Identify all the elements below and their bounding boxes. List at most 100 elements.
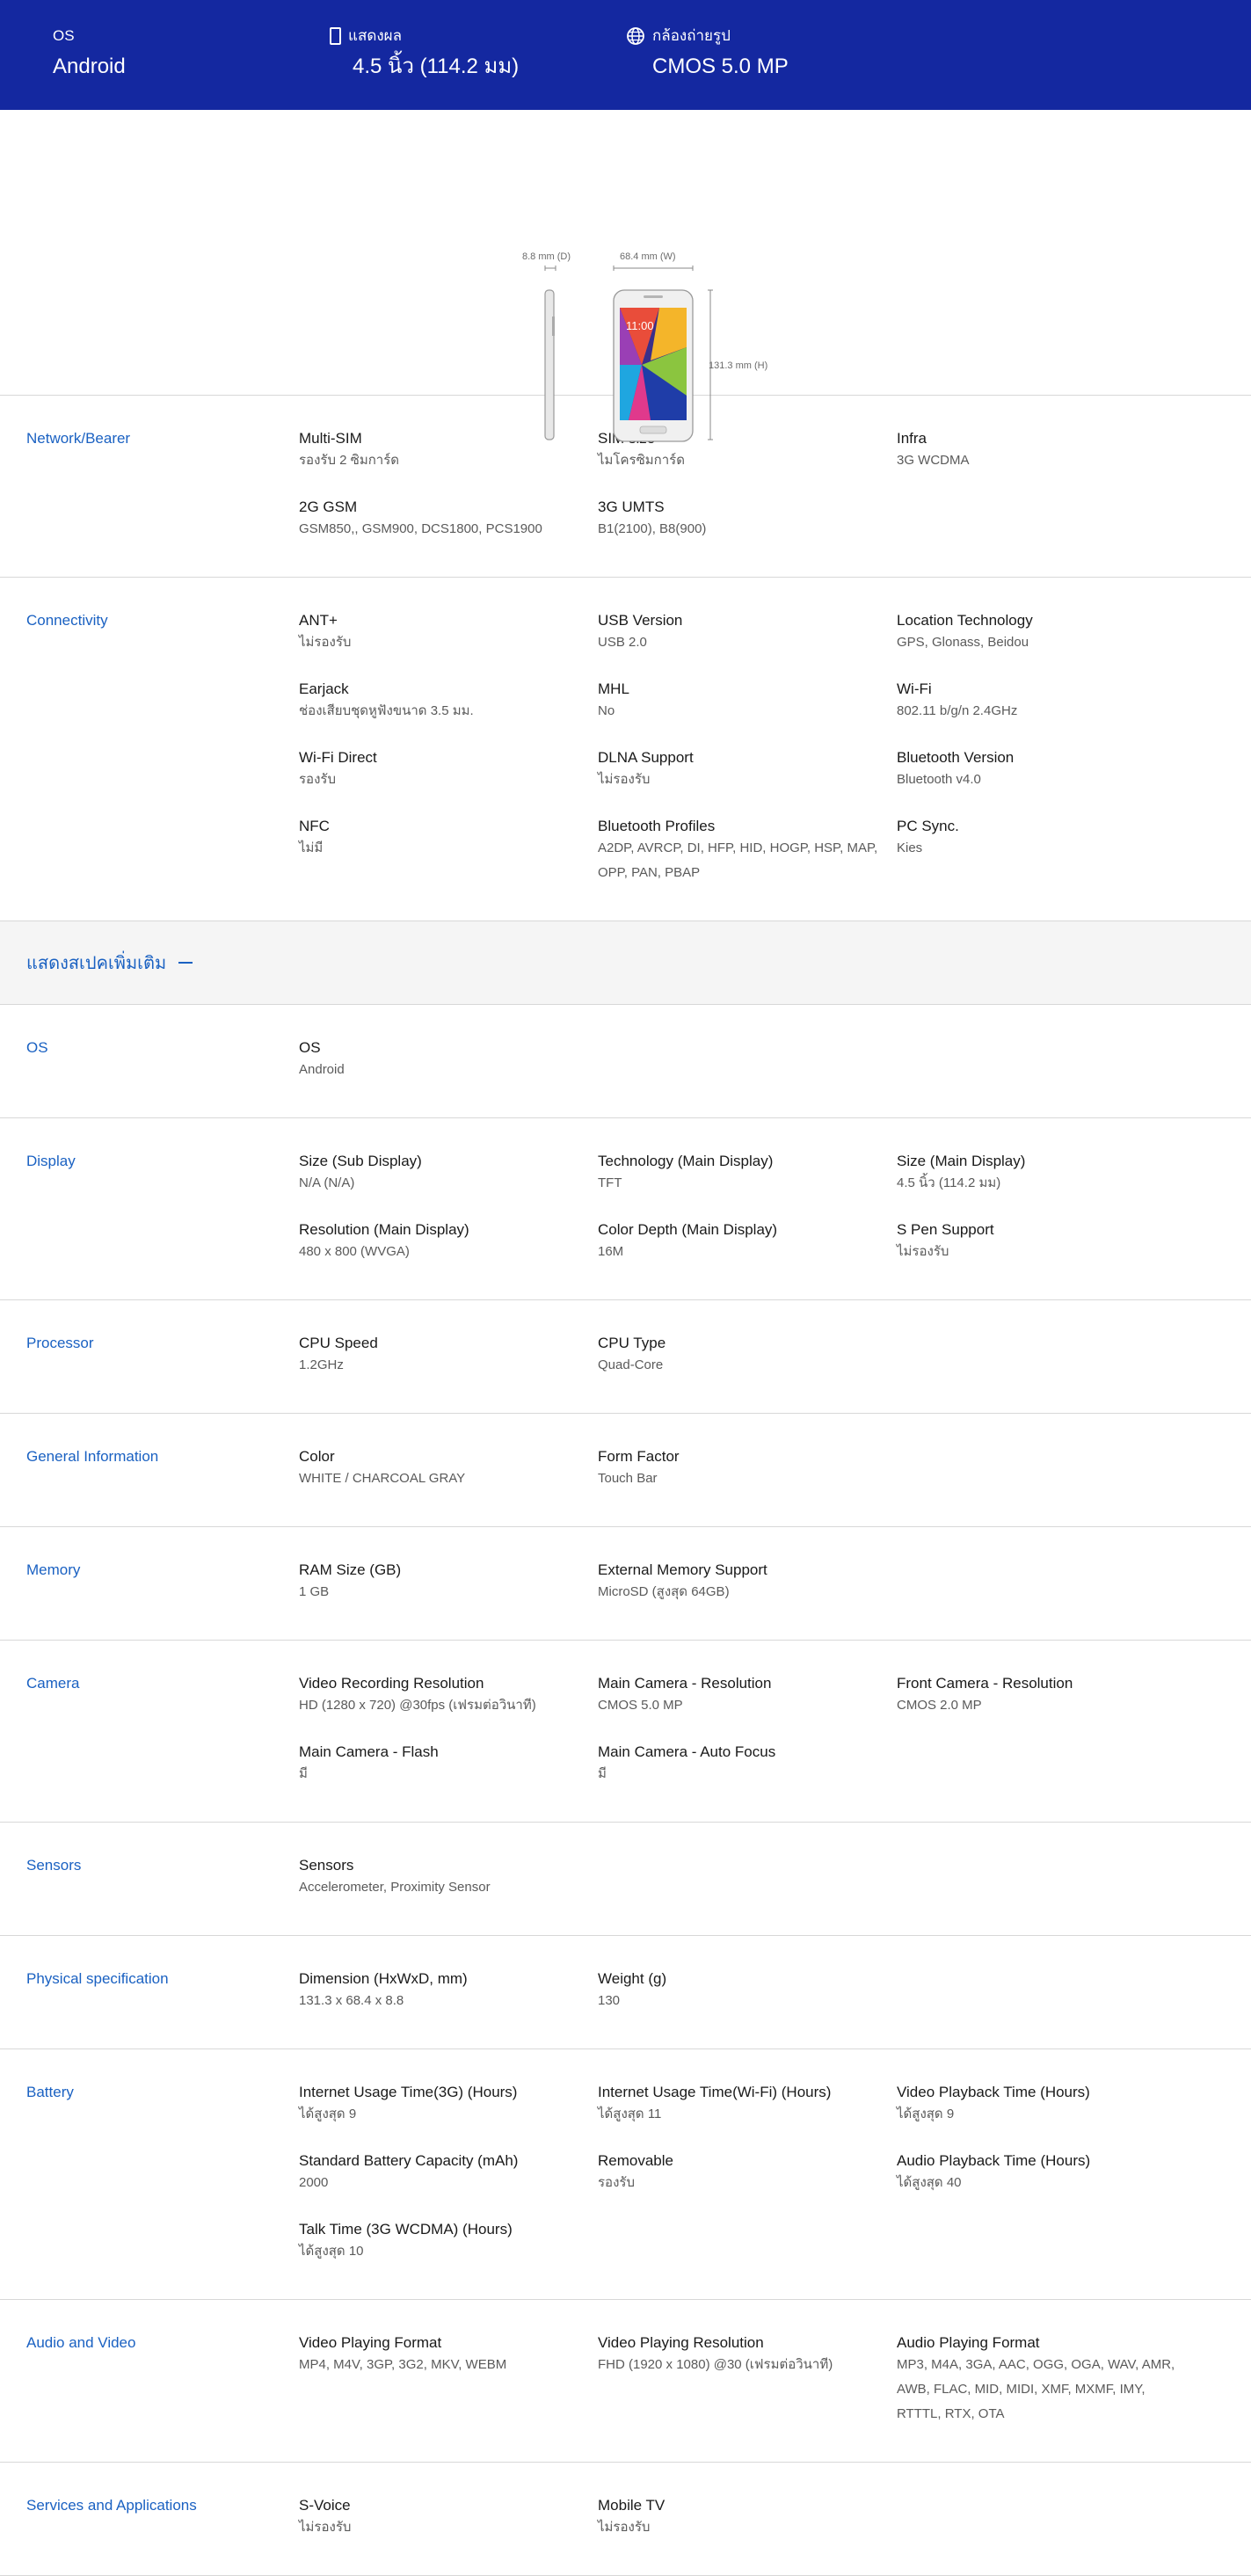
spec-grid: ANT+ ไม่รองรับ USB Version USB 2.0 Location … xyxy=(299,611,1251,910)
spec-name: Color xyxy=(299,1448,335,1465)
spec-value: Android xyxy=(299,1062,345,1077)
spec-item: MHL No xyxy=(598,680,897,748)
spec-category-title: OS xyxy=(26,1039,48,1056)
globe-icon xyxy=(627,27,644,45)
spec-item: Mobile TV ไม่รองรับ xyxy=(598,2496,897,2565)
spec-value: 1 GB xyxy=(299,1584,330,1599)
spec-category-title: Network/Bearer xyxy=(26,430,131,447)
banner-os-label: OS xyxy=(53,27,75,44)
spec-section-os: OS OS Android xyxy=(0,1005,1251,1118)
spec-name: Talk Time (3G WCDMA) (Hours) xyxy=(299,2221,513,2238)
spec-name: Size (Sub Display) xyxy=(299,1153,422,1169)
spec-value: USB 2.0 xyxy=(598,635,647,650)
spec-category-title: Memory xyxy=(26,1561,81,1578)
spec-name: ANT+ xyxy=(299,612,338,629)
spec-section-battery: Battery Internet Usage Time(3G) (Hours) ได… xyxy=(0,2049,1251,2300)
spec-value: GPS, Glonass, Beidou xyxy=(897,635,1029,650)
spec-item: Main Camera - Flash มี xyxy=(299,1743,598,1811)
collapse-minus-icon[interactable] xyxy=(178,962,193,964)
spec-value: มี xyxy=(299,1766,308,1781)
spec-item: RAM Size (GB) 1 GB xyxy=(299,1561,598,1629)
spec-grid: Size (Sub Display) N/A (N/A) Technology (M… xyxy=(299,1152,1251,1289)
spec-item: Internet Usage Time(Wi-Fi) (Hours) ได้สูง… xyxy=(598,2083,897,2151)
spec-item: ANT+ ไม่รองรับ xyxy=(299,611,598,680)
spec-value: HD (1280 x 720) @30fps (เฟรมต่อวินาที) xyxy=(299,1698,536,1713)
spec-value: ไม่รองรับ xyxy=(897,1244,949,1259)
spec-name: Earjack xyxy=(299,680,349,697)
spec-item: Sensors Accelerometer, Proximity Sensor xyxy=(299,1856,598,1925)
spec-value: CMOS 2.0 MP xyxy=(897,1698,982,1713)
spec-item: Size (Main Display) 4.5 นิ้ว (114.2 มม) xyxy=(897,1152,1196,1220)
banner-display-label: แสดงผล xyxy=(348,27,403,44)
spec-item: Location Technology GPS, Glonass, Beidou xyxy=(897,611,1196,680)
spec-section-connectivity: Connectivity ANT+ ไม่รองรับ USB Version USB … xyxy=(0,578,1251,921)
spec-grid: Sensors Accelerometer, Proximity Sensor xyxy=(299,1856,1251,1925)
spec-section-physical-specification: Physical specification Dimension (HxWxD, … xyxy=(0,1936,1251,2049)
spec-name: DLNA Support xyxy=(598,749,694,766)
spec-grid: Internet Usage Time(3G) (Hours) ได้สูงสุด… xyxy=(299,2083,1251,2289)
spec-category-title: Physical specification xyxy=(26,1970,169,1987)
spec-name: Form Factor xyxy=(598,1448,680,1465)
spec-name: Color Depth (Main Display) xyxy=(598,1221,778,1238)
spec-name: Technology (Main Display) xyxy=(598,1153,774,1169)
spec-grid: Video Recording Resolution HD (1280 x 720… xyxy=(299,1674,1251,1811)
spec-name: Dimension (HxWxD, mm) xyxy=(299,1970,468,1987)
spec-value: 4.5 นิ้ว (114.2 มม) xyxy=(897,1175,1001,1190)
spec-item: Earjack ช่องเสียบชุดหูฟังขนาด 3.5 มม. xyxy=(299,680,598,748)
spec-item: CPU Type Quad-Core xyxy=(598,1334,897,1402)
spec-name: External Memory Support xyxy=(598,1561,767,1578)
spec-category-title: Services and Applications xyxy=(26,2497,197,2514)
show-more-specs-label[interactable]: แสดงสเปคเพิ่มเติม xyxy=(26,949,166,977)
spec-value: 802.11 b/g/n 2.4GHz xyxy=(897,703,1018,718)
spec-value: 1.2GHz xyxy=(299,1357,344,1372)
spec-name: Mobile TV xyxy=(598,2497,666,2514)
spec-item: Resolution (Main Display) 480 x 800 (WVGA… xyxy=(299,1220,598,1289)
spec-item: S Pen Support ไม่รองรับ xyxy=(897,1220,1196,1289)
spec-value: 3G WCDMA xyxy=(897,453,970,468)
spec-item: CPU Speed 1.2GHz xyxy=(299,1334,598,1402)
show-more-specs-toggle[interactable]: แสดงสเปคเพิ่มเติม xyxy=(0,921,1251,1005)
banner-camera-value: CMOS 5.0 MP xyxy=(652,55,789,78)
spec-name: 3G UMTS xyxy=(598,498,665,515)
spec-item: Internet Usage Time(3G) (Hours) ได้สูงสุด… xyxy=(299,2083,598,2151)
spec-value: MP3, M4A, 3GA, AAC, OGG, OGA, WAV, AMR, … xyxy=(897,2357,1175,2421)
spec-section-processor: Processor CPU Speed 1.2GHz CPU Type Quad-Cor… xyxy=(0,1300,1251,1414)
spec-section-audio-and-video: Audio and Video Video Playing Format MP4, … xyxy=(0,2300,1251,2463)
summary-banner: OS Android แสดงผล 4.5 นิ้ว (114.2 มม) กล… xyxy=(0,0,1251,110)
spec-name: CPU Type xyxy=(598,1335,666,1351)
spec-name: Audio Playing Format xyxy=(897,2334,1040,2351)
spec-value: ไม่รองรับ xyxy=(598,2520,651,2535)
spec-name: Audio Playback Time (Hours) xyxy=(897,2152,1091,2169)
spec-value: รองรับ xyxy=(299,772,336,787)
spec-item: 2G GSM GSM850,, GSM900, DCS1800, PCS1900 xyxy=(299,498,598,566)
spec-name: Resolution (Main Display) xyxy=(299,1221,469,1238)
spec-name: Size (Main Display) xyxy=(897,1153,1026,1169)
spec-value: FHD (1920 x 1080) @30 (เฟรมต่อวินาที) xyxy=(598,2357,833,2372)
spec-category-title: Connectivity xyxy=(26,612,108,629)
spec-section-memory: Memory RAM Size (GB) 1 GB External Memory S… xyxy=(0,1527,1251,1641)
spec-value: 16M xyxy=(598,1244,624,1259)
spec-value: WHITE / CHARCOAL GRAY xyxy=(299,1471,466,1486)
spec-item: Bluetooth Profiles A2DP, AVRCP, DI, HFP, … xyxy=(598,817,897,910)
spec-name: Bluetooth Profiles xyxy=(598,818,716,834)
spec-grid: S-Voice ไม่รองรับ Mobile TV ไม่รองรับ xyxy=(299,2496,1251,2565)
banner-os-value: Android xyxy=(53,55,126,78)
spec-name: Video Playing Resolution xyxy=(598,2334,764,2351)
spec-section-camera: Camera Video Recording Resolution HD (1280… xyxy=(0,1641,1251,1823)
spec-name: Sensors xyxy=(299,1857,354,1874)
spec-value: ได้สูงสุด 40 xyxy=(897,2175,962,2190)
spec-name: CPU Speed xyxy=(299,1335,378,1351)
spec-value: ได้สูงสุด 11 xyxy=(598,2107,662,2121)
spec-name: Removable xyxy=(598,2152,673,2169)
spec-item: S-Voice ไม่รองรับ xyxy=(299,2496,598,2565)
spec-name: Location Technology xyxy=(897,612,1033,629)
spec-name: Weight (g) xyxy=(598,1970,667,1987)
spec-value: TFT xyxy=(598,1175,622,1190)
spec-grid: OS Android xyxy=(299,1038,1251,1107)
spec-section-display: Display Size (Sub Display) N/A (N/A) Techno… xyxy=(0,1118,1251,1300)
spec-item: Main Camera - Auto Focus มี xyxy=(598,1743,897,1811)
spec-value: CMOS 5.0 MP xyxy=(598,1698,683,1713)
spec-value: Kies xyxy=(897,840,923,855)
phone-dimensions-figure: 8.8 mm (D) 68.4 mm (W) 11:00 131.3 mm (H… xyxy=(0,110,1251,442)
spec-grid: CPU Speed 1.2GHz CPU Type Quad-Core xyxy=(299,1334,1251,1402)
